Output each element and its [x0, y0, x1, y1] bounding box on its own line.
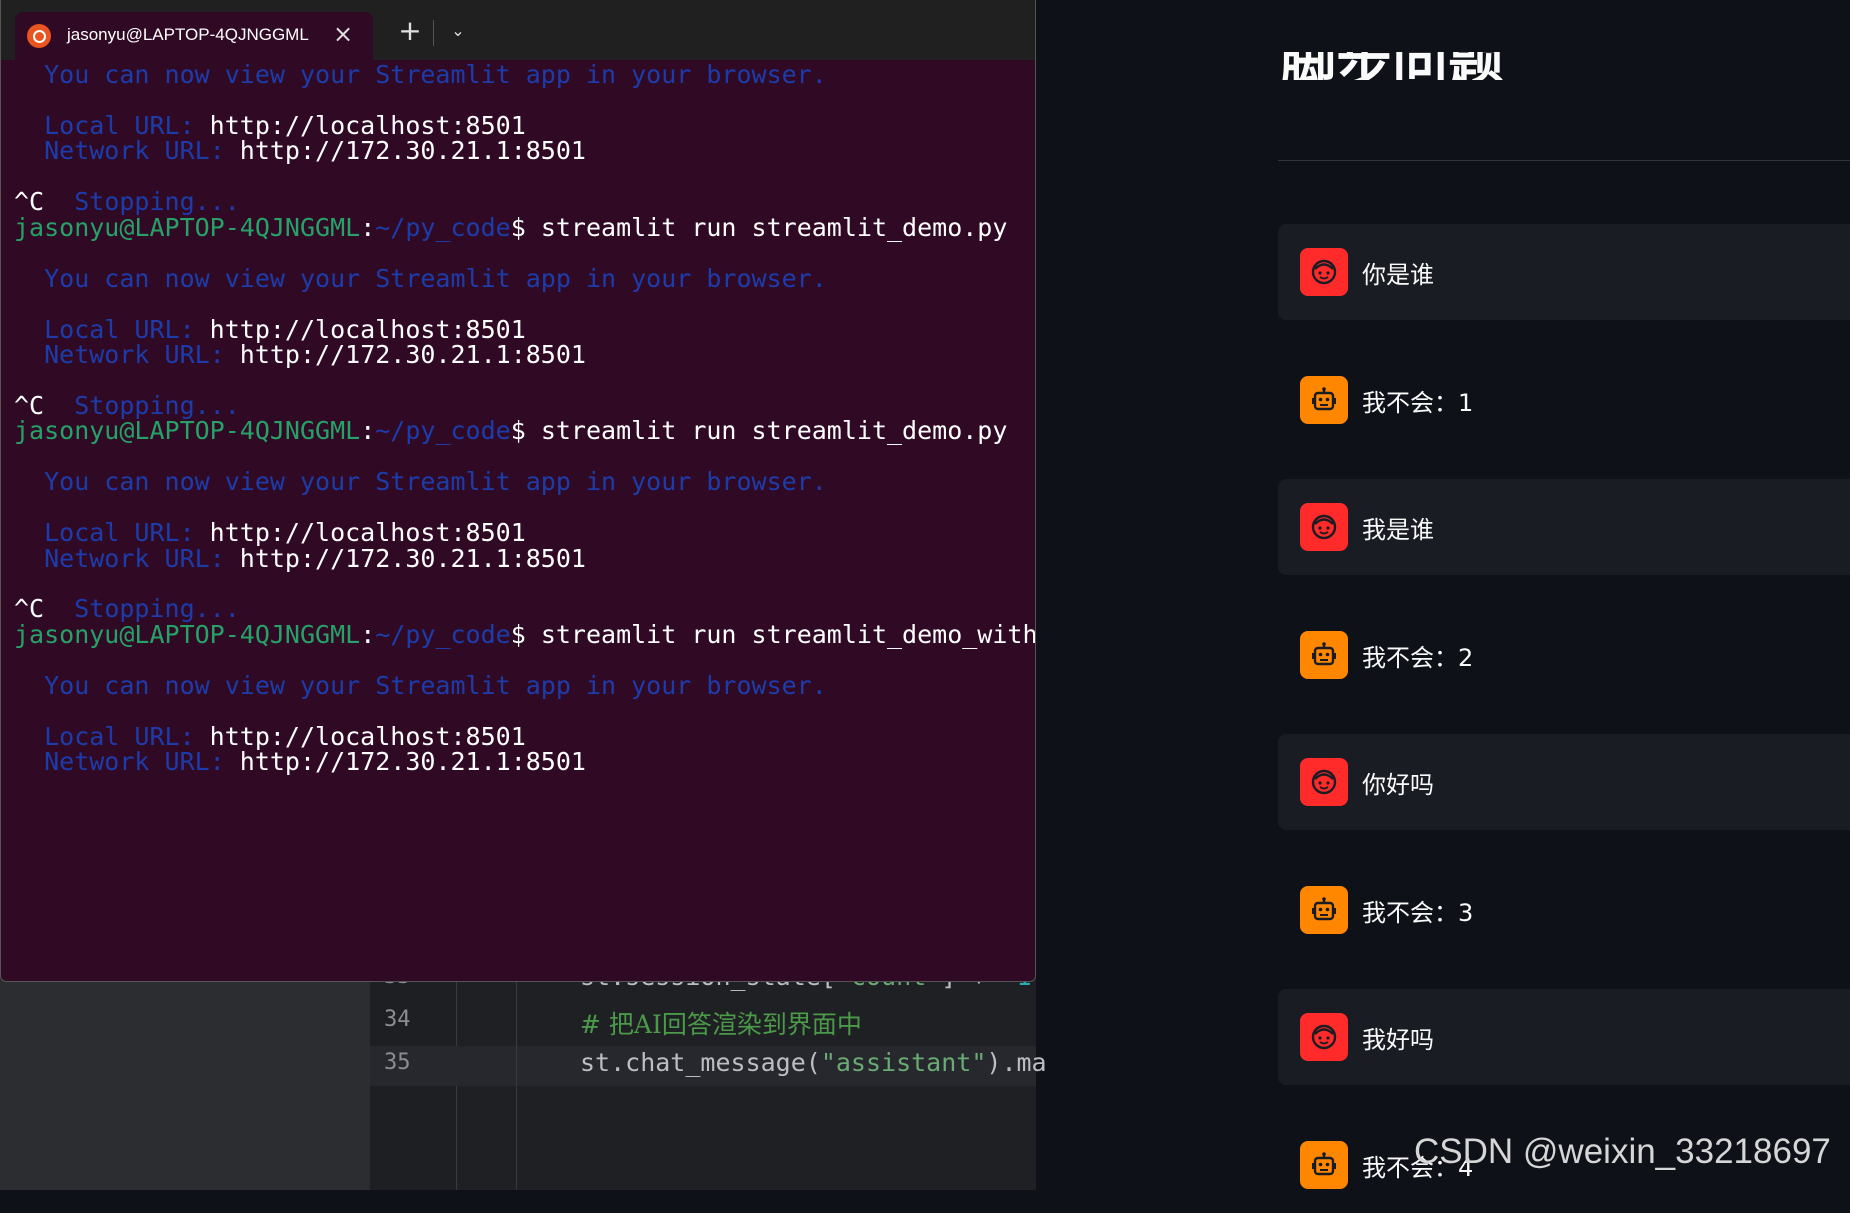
message-text: 我不会：1 [1362, 388, 1474, 417]
project-panel [0, 960, 370, 1190]
ubuntu-icon [27, 24, 51, 48]
assistant-avatar-icon [1300, 1140, 1348, 1189]
user-message: 你是谁 [1278, 224, 1850, 320]
terminal-text: $ streamlit run streamlit_demo.py [510, 416, 1008, 446]
terminal-tab[interactable]: jasonyu@LAPTOP-4QJNGGML × [15, 12, 373, 60]
terminal-text: Network URL: [14, 136, 240, 166]
line-number: 34 [384, 1007, 411, 1032]
code-token: st.chat_message( [580, 1048, 821, 1077]
user-avatar-icon [1300, 248, 1348, 296]
terminal-line: You can now view your Streamlit app in y… [14, 467, 827, 497]
assistant-message: 我不会：1 [1278, 352, 1850, 448]
terminal-text: ~/py_code [375, 416, 511, 446]
assistant-avatar-icon [1300, 885, 1348, 934]
code-token: ).ma [986, 1048, 1047, 1077]
terminal-text: You can now view your Streamlit app in y… [14, 263, 827, 293]
terminal-text: jasonyu@LAPTOP-4QJNGGML [14, 212, 361, 242]
assistant-message: 我不会：3 [1278, 862, 1850, 958]
terminal-text: jasonyu@LAPTOP-4QJNGGML [14, 619, 361, 649]
message-text: 你是谁 [1362, 261, 1434, 289]
user-avatar-icon [1300, 503, 1348, 551]
line-number: 35 [384, 1050, 411, 1075]
code-text: # 把AI回答渲染到界面中 [580, 1005, 862, 1041]
terminal-text: Network URL: [14, 543, 240, 573]
assistant-avatar-icon [1300, 375, 1348, 424]
terminal-text: http://172.30.21.1:8501 [239, 339, 586, 369]
message-text: 我不会：2 [1362, 643, 1474, 672]
indent-guide [516, 960, 517, 1190]
user-message: 我好吗 [1278, 989, 1850, 1085]
terminal-line: Network URL: http://172.30.21.1:8501 [14, 747, 586, 777]
message-text: 你好吗 [1362, 771, 1434, 799]
chevron-down-icon[interactable]: ⌄ [441, 14, 475, 48]
terminal-titlebar: jasonyu@LAPTOP-4QJNGGML × + ⌄ [1, 0, 1035, 60]
terminal-line: You can now view your Streamlit app in y… [14, 264, 827, 294]
message-text: 我不会：3 [1362, 898, 1474, 927]
assistant-message: 我不会：2 [1278, 607, 1850, 703]
terminal-text: http://172.30.21.1:8501 [239, 136, 586, 166]
terminal-line: Network URL: http://172.30.21.1:8501 [14, 340, 586, 370]
terminal-text: http://172.30.21.1:8501 [239, 543, 586, 573]
terminal-line: jasonyu@LAPTOP-4QJNGGML:~/py_code$ strea… [14, 213, 1007, 243]
terminal-text: $ streamlit run streamlit_demo_with_ [510, 619, 1036, 649]
tab-separator [433, 20, 434, 46]
title-divider [1278, 160, 1850, 161]
code-token: "assistant" [820, 1048, 987, 1077]
terminal-text: http://172.30.21.1:8501 [239, 747, 586, 777]
terminal-text: You can now view your Streamlit app in y… [14, 467, 827, 497]
terminal-line: You can now view your Streamlit app in y… [14, 671, 827, 701]
user-message: 你好吗 [1278, 734, 1850, 830]
terminal-text: : [360, 212, 376, 242]
close-tab-icon[interactable]: × [333, 20, 353, 48]
terminal-text: Network URL: [14, 747, 240, 777]
terminal-line: jasonyu@LAPTOP-4QJNGGML:~/py_code$ strea… [14, 619, 1036, 650]
user-message: 我是谁 [1278, 479, 1850, 575]
code-token: # 把AI回答渲染到界面中 [580, 1010, 862, 1039]
terminal-line: You can now view your Streamlit app in y… [14, 60, 827, 90]
terminal-text: : [360, 619, 376, 649]
message-text: 我是谁 [1362, 516, 1434, 544]
terminal-text: ~/py_code [375, 212, 511, 242]
code-line[interactable]: 35 st.chat_message("assistant").ma [370, 1046, 1047, 1086]
code-text: st.chat_message("assistant").ma [580, 1048, 1047, 1077]
watermark: CSDN @weixin_33218697 [1414, 1132, 1831, 1171]
tab-title: jasonyu@LAPTOP-4QJNGGML [67, 25, 309, 44]
terminal-output[interactable]: You can now view your Streamlit app in y… [1, 60, 1036, 981]
code-editor[interactable]: 33st.session_state["count"] += 134# 把AI回… [0, 960, 1047, 1190]
terminal-text: You can now view your Streamlit app in y… [14, 670, 827, 700]
terminal-text: $ streamlit run streamlit_demo.py [510, 212, 1008, 242]
terminal-line: jasonyu@LAPTOP-4QJNGGML:~/py_code$ strea… [14, 416, 1007, 446]
message-text: 我好吗 [1362, 1026, 1434, 1054]
terminal-text: : [360, 416, 376, 446]
terminal-text: Network URL: [14, 339, 240, 369]
terminal-line: Network URL: http://172.30.21.1:8501 [14, 544, 586, 574]
page-title: 脚步问题 [1280, 52, 1540, 80]
assistant-avatar-icon [1300, 630, 1348, 679]
new-tab-button[interactable]: + [393, 14, 427, 48]
terminal-window[interactable]: jasonyu@LAPTOP-4QJNGGML × + ⌄ You can no… [0, 0, 1036, 982]
terminal-text: ~/py_code [375, 619, 511, 649]
terminal-line: Network URL: http://172.30.21.1:8501 [14, 136, 586, 166]
user-avatar-icon [1300, 1013, 1348, 1061]
user-avatar-icon [1300, 758, 1348, 806]
terminal-text: You can now view your Streamlit app in y… [14, 60, 827, 89]
terminal-text: jasonyu@LAPTOP-4QJNGGML [14, 416, 361, 446]
code-line[interactable]: 34 # 把AI回答渲染到界面中 [370, 1003, 1036, 1043]
